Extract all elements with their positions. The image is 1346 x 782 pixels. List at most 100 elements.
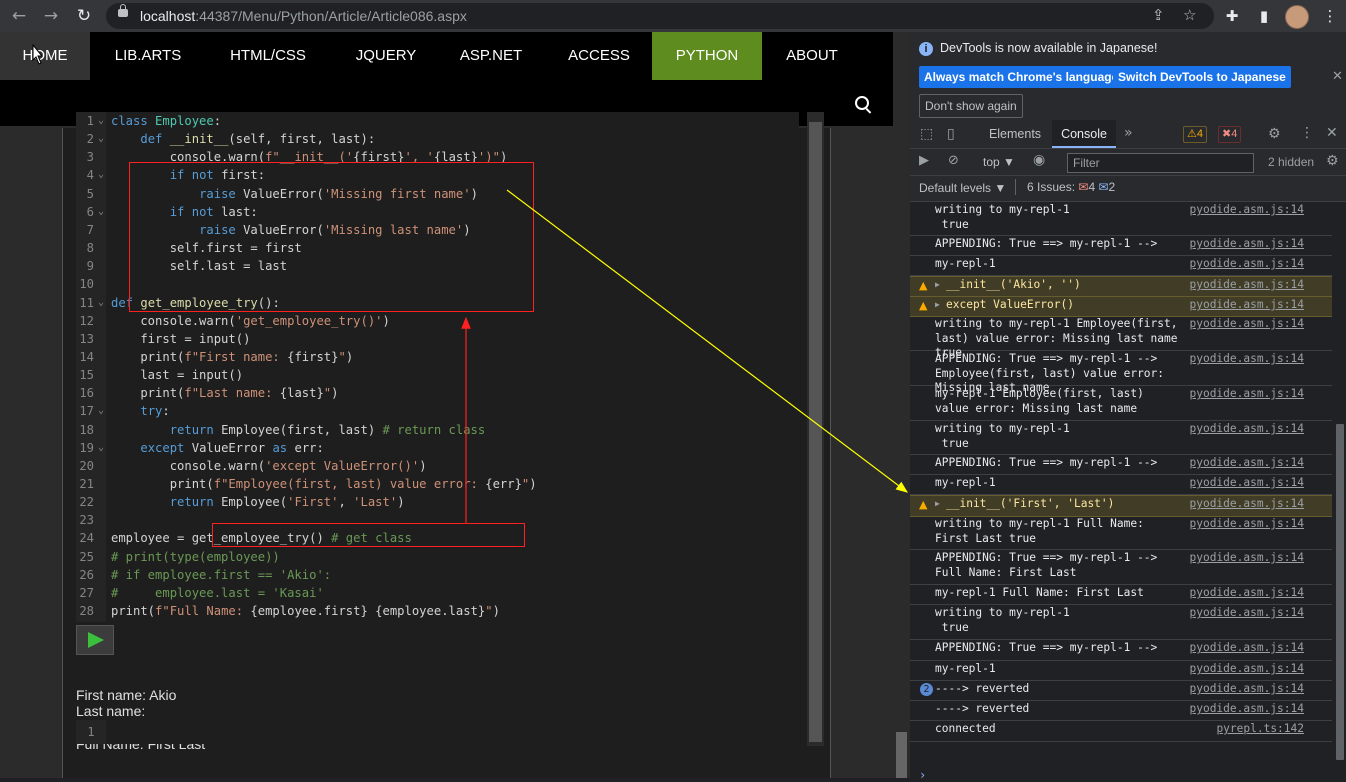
error-count-badge[interactable]: ✖4 bbox=[1218, 126, 1242, 143]
context-selector[interactable]: top ▼ bbox=[983, 155, 1015, 169]
console-message[interactable]: APPENDING: True ==> my-repl-1 --> pyodide… bbox=[910, 236, 1332, 256]
console-message[interactable]: APPENDING: True ==> my-repl-1 --> Full N… bbox=[910, 550, 1332, 585]
source-link[interactable]: pyodide.asm.js:14 bbox=[1189, 517, 1304, 532]
clear-console-icon[interactable]: ⊘ bbox=[948, 153, 959, 168]
console-prompt[interactable]: › bbox=[919, 768, 926, 782]
source-link[interactable]: pyodide.asm.js:14 bbox=[1189, 606, 1304, 621]
settings-gear-icon[interactable]: ⚙ bbox=[1268, 126, 1281, 142]
nav-item-lib-arts[interactable]: LIB.ARTS bbox=[97, 32, 199, 80]
source-link[interactable]: pyodide.asm.js:14 bbox=[1189, 682, 1304, 697]
dont-show-again-button[interactable]: Don't show again bbox=[919, 94, 1023, 118]
console-message[interactable]: my-repl-1 pyodide.asm.js:14 bbox=[910, 661, 1332, 681]
share-icon[interactable]: ⇪ bbox=[1152, 6, 1165, 24]
source-link[interactable]: pyodide.asm.js:14 bbox=[1189, 551, 1304, 566]
source-link[interactable]: pyodide.asm.js:14 bbox=[1189, 352, 1304, 367]
fold-chevron-icon[interactable]: ⌄ bbox=[98, 203, 104, 221]
fold-chevron-icon[interactable]: ⌄ bbox=[98, 402, 104, 420]
expand-triangle-icon[interactable]: ▶ bbox=[935, 499, 940, 508]
source-link[interactable]: pyrepl.ts:142 bbox=[1216, 722, 1304, 737]
nav-item-about[interactable]: ABOUT bbox=[768, 32, 856, 80]
repl-input-line[interactable]: 1 bbox=[76, 720, 799, 744]
profile-avatar[interactable] bbox=[1285, 5, 1309, 29]
nav-item-asp-net[interactable]: ASP.NET bbox=[443, 32, 539, 80]
fold-chevron-icon[interactable]: ⌄ bbox=[98, 166, 104, 184]
console-warning[interactable]: ▲ ▶ __init__('Akio', '') pyodide.asm.js:14 bbox=[910, 276, 1332, 297]
fold-chevron-icon[interactable]: ⌄ bbox=[98, 112, 104, 130]
fold-chevron-icon[interactable]: ⌄ bbox=[98, 439, 104, 457]
nav-item-home[interactable]: HOME bbox=[0, 32, 90, 80]
source-link[interactable]: pyodide.asm.js:14 bbox=[1189, 237, 1304, 252]
search-icon[interactable] bbox=[855, 96, 869, 110]
console-filter-input[interactable]: Filter bbox=[1067, 153, 1254, 173]
address-bar[interactable]: localhost:44387/Menu/Python/Article/Arti… bbox=[106, 3, 1214, 29]
reload-icon[interactable]: ↻ bbox=[72, 4, 96, 28]
menu-kebab-icon[interactable]: ⋮ bbox=[1318, 4, 1342, 28]
console-message[interactable]: writing to my-repl-1 Full Name: First La… bbox=[910, 516, 1332, 550]
source-link[interactable]: pyodide.asm.js:14 bbox=[1189, 387, 1304, 402]
console-message[interactable]: writing to my-repl-1 Employee(first, las… bbox=[910, 316, 1332, 359]
console-message[interactable]: APPENDING: True ==> my-repl-1 --> pyodide… bbox=[910, 640, 1332, 661]
nav-item-html-css[interactable]: HTML/CSS bbox=[208, 32, 328, 80]
page-scrollbar[interactable] bbox=[893, 32, 910, 778]
editor-scrollbar[interactable] bbox=[807, 112, 824, 746]
source-link[interactable]: pyodide.asm.js:14 bbox=[1189, 203, 1304, 218]
warning-count-badge[interactable]: ⚠4 bbox=[1183, 126, 1207, 143]
nav-item-access[interactable]: ACCESS bbox=[551, 32, 647, 80]
sidebar-toggle-icon[interactable]: ▶ bbox=[919, 153, 929, 168]
source-link[interactable]: pyodide.asm.js:14 bbox=[1189, 641, 1304, 656]
console-message[interactable]: my-repl-1 Employee(first, last) value er… bbox=[910, 386, 1332, 421]
console-warning[interactable]: ▲ ▶ except ValueError() pyodide.asm.js:14 bbox=[910, 296, 1332, 317]
devtools-menu-icon[interactable]: ⋮ bbox=[1300, 125, 1314, 141]
source-link[interactable]: pyodide.asm.js:14 bbox=[1189, 257, 1304, 272]
close-devtools-icon[interactable]: ✕ bbox=[1326, 125, 1338, 141]
extensions-icon[interactable]: ✚ bbox=[1220, 4, 1244, 28]
source-link[interactable]: pyodide.asm.js:14 bbox=[1189, 476, 1304, 491]
inspect-element-icon[interactable]: ⬚ bbox=[920, 126, 933, 142]
tab-elements[interactable]: Elements bbox=[982, 120, 1048, 148]
back-icon[interactable]: ← bbox=[7, 4, 31, 28]
console-message[interactable]: APPENDING: True ==> my-repl-1 --> pyodide… bbox=[910, 455, 1332, 475]
console-message[interactable]: APPENDING: True ==> my-repl-1 --> Employ… bbox=[910, 351, 1332, 394]
side-panel-icon[interactable]: ▮ bbox=[1252, 4, 1276, 28]
url-text[interactable]: localhost:44387/Menu/Python/Article/Arti… bbox=[140, 8, 467, 24]
nav-item-python[interactable]: PYTHON bbox=[652, 32, 762, 80]
expand-triangle-icon[interactable]: ▶ bbox=[935, 280, 940, 289]
fold-chevron-icon[interactable]: ⌄ bbox=[98, 130, 104, 148]
issues-button[interactable]: 6 Issues: ✉4 ✉2 bbox=[1015, 179, 1115, 195]
default-levels-dropdown[interactable]: Default levels ▼ bbox=[919, 181, 1006, 195]
tab-console[interactable]: Console bbox=[1052, 120, 1116, 148]
console-message[interactable]: 2 ----> reverted pyodide.asm.js:14 bbox=[910, 681, 1332, 701]
expand-triangle-icon[interactable]: ▶ bbox=[935, 300, 940, 309]
live-expression-eye-icon[interactable]: ◉ bbox=[1033, 152, 1045, 168]
source-link[interactable]: pyodide.asm.js:14 bbox=[1189, 298, 1304, 313]
match-language-button[interactable]: Always match Chrome's language bbox=[919, 66, 1124, 88]
source-link[interactable]: pyodide.asm.js:14 bbox=[1189, 278, 1304, 293]
source-link[interactable]: pyodide.asm.js:14 bbox=[1189, 702, 1304, 717]
run-button[interactable] bbox=[76, 625, 114, 655]
console-message[interactable]: writing to my-repl-1 true pyodide.asm.js:… bbox=[910, 605, 1332, 640]
console-message[interactable]: writing to my-repl-1 true pyodide.asm.js:… bbox=[910, 202, 1332, 236]
forward-icon[interactable]: → bbox=[39, 4, 63, 28]
device-toolbar-icon[interactable]: ▯ bbox=[947, 126, 955, 142]
console-message[interactable]: my-repl-1 pyodide.asm.js:14 bbox=[910, 256, 1332, 276]
close-icon[interactable]: ✕ bbox=[1332, 68, 1343, 84]
source-link[interactable]: pyodide.asm.js:14 bbox=[1189, 422, 1304, 437]
source-link[interactable]: pyodide.asm.js:14 bbox=[1189, 497, 1304, 512]
bookmark-star-icon[interactable]: ☆ bbox=[1183, 6, 1196, 24]
console-message[interactable]: writing to my-repl-1 true pyodide.asm.js:… bbox=[910, 421, 1332, 455]
console-message[interactable]: ----> reverted pyodide.asm.js:14 bbox=[910, 701, 1332, 721]
console-message[interactable]: my-repl-1 pyodide.asm.js:14 bbox=[910, 475, 1332, 495]
console-scrollbar[interactable] bbox=[1334, 202, 1346, 778]
source-link[interactable]: pyodide.asm.js:14 bbox=[1189, 662, 1304, 677]
console-message[interactable]: my-repl-1 Full Name: First Last pyodide.a… bbox=[910, 585, 1332, 605]
fold-chevron-icon[interactable]: ⌄ bbox=[98, 294, 104, 312]
more-tabs-icon[interactable]: » bbox=[1124, 125, 1133, 141]
source-link[interactable]: pyodide.asm.js:14 bbox=[1189, 586, 1304, 601]
source-link[interactable]: pyodide.asm.js:14 bbox=[1189, 456, 1304, 471]
console-warning[interactable]: ▲ ▶ __init__('First', 'Last') pyodide.asm.j… bbox=[910, 495, 1332, 517]
switch-japanese-button[interactable]: Switch DevTools to Japanese bbox=[1113, 66, 1291, 88]
console-settings-icon[interactable]: ⚙ bbox=[1326, 153, 1339, 169]
nav-item-jquery[interactable]: JQUERY bbox=[338, 32, 434, 80]
source-link[interactable]: pyodide.asm.js:14 bbox=[1189, 317, 1304, 332]
console-message[interactable]: connected pyrepl.ts:142 bbox=[910, 721, 1332, 742]
